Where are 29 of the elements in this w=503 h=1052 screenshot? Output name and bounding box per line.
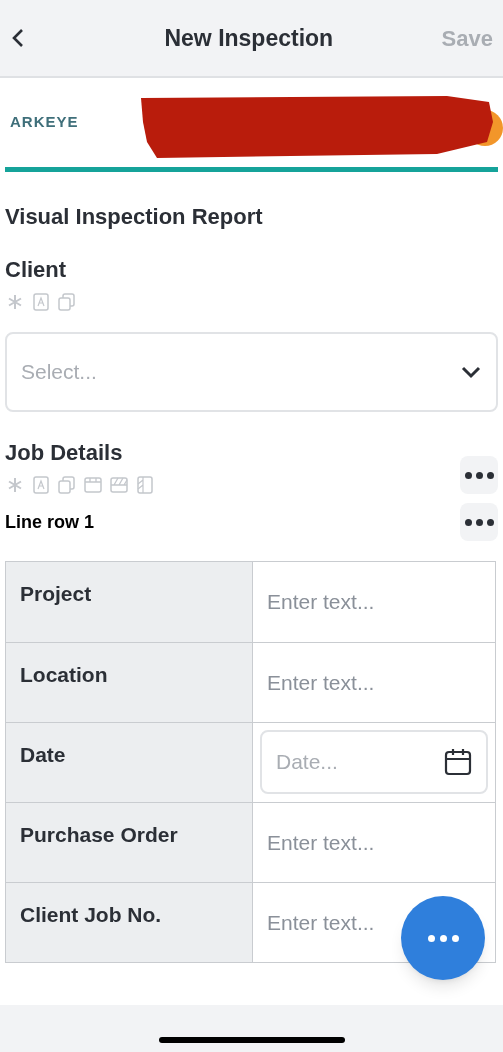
row-label: Line row 1 xyxy=(5,510,94,534)
frame-icon xyxy=(83,475,103,495)
text-input-field[interactable]: Enter text... xyxy=(253,562,495,642)
more-options-button[interactable] xyxy=(460,456,498,494)
calendar-icon xyxy=(444,748,472,776)
field-label-cell: Purchase Order xyxy=(6,803,253,882)
more-options-button[interactable] xyxy=(460,503,498,541)
logo: ARKEYE xyxy=(10,112,79,133)
form-title: Visual Inspection Report xyxy=(5,203,264,231)
text-input-field[interactable]: Enter text... xyxy=(253,803,495,882)
text-input-field[interactable]: Enter text... xyxy=(253,883,495,962)
side-panel-icon xyxy=(135,475,155,495)
back-icon[interactable] xyxy=(10,27,26,49)
screen-title: New Inspection xyxy=(164,23,334,53)
hatched-box-icon xyxy=(109,475,129,495)
section-label: Job Details xyxy=(5,439,124,467)
section-label: Client xyxy=(5,256,68,284)
pdf-file-icon xyxy=(31,475,51,495)
text-input-field[interactable]: Enter text... xyxy=(253,643,495,722)
copy-icon xyxy=(57,292,77,312)
chevron-down-icon xyxy=(460,365,482,379)
field-label-cell: Project xyxy=(6,562,253,642)
field-label-cell: Location xyxy=(6,643,253,722)
pdf-file-icon xyxy=(31,292,51,312)
field-label-cell: Client Job No. xyxy=(6,883,253,962)
field-label-cell: Date xyxy=(6,723,253,802)
copy-icon xyxy=(57,475,77,495)
date-field[interactable]: Date... xyxy=(260,730,488,794)
select-field[interactable]: Select... xyxy=(5,332,498,412)
